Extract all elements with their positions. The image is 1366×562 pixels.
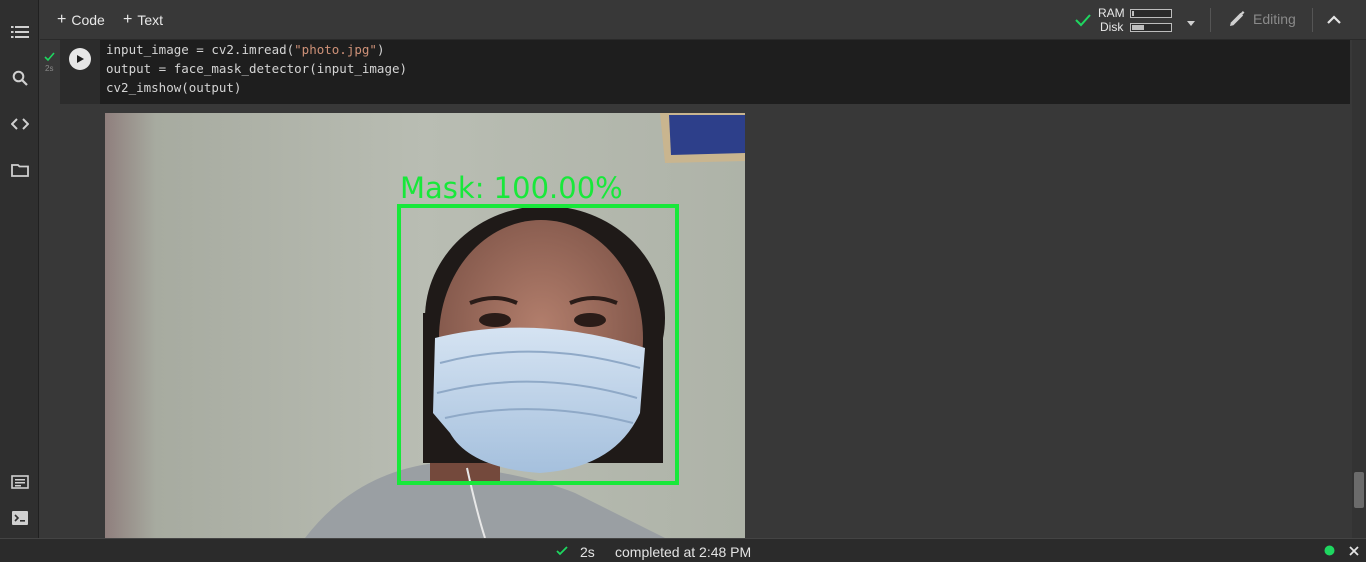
- ram-label: RAM: [1098, 6, 1125, 20]
- toolbar-divider: [1210, 8, 1211, 32]
- disk-usage-fill: [1132, 25, 1144, 30]
- disk-usage-bar: [1130, 23, 1172, 32]
- status-dot-icon: [1324, 545, 1335, 556]
- code-token: ): [376, 42, 385, 57]
- close-icon[interactable]: [1348, 545, 1360, 557]
- scrollbar-track[interactable]: [1352, 40, 1366, 538]
- ram-usage-bar: [1130, 9, 1172, 18]
- add-text-label: Text: [137, 12, 164, 28]
- check-icon: [556, 546, 568, 556]
- status-duration: 2s: [580, 544, 595, 560]
- plus-icon: +: [123, 11, 133, 28]
- code-line-2: output = face_mask_detector(input_image): [106, 61, 408, 76]
- toolbar-divider: [1312, 8, 1313, 32]
- webcam-photo: Mask: 100.00%: [105, 113, 745, 538]
- execution-time: 2s: [45, 64, 54, 73]
- command-palette-icon[interactable]: [8, 470, 32, 494]
- resources-indicator[interactable]: RAM Disk: [1074, 5, 1198, 35]
- status-completed: completed at 2:48 PM: [615, 544, 752, 560]
- play-icon: [77, 55, 84, 63]
- editing-label: Editing: [1253, 11, 1296, 27]
- top-toolbar: + Code + Text RAM Disk Editing: [40, 0, 1366, 40]
- detection-label: Mask: 100.00%: [400, 171, 623, 205]
- scrollbar-thumb[interactable]: [1354, 472, 1364, 508]
- table-of-contents-icon[interactable]: [8, 20, 32, 44]
- editing-button[interactable]: Editing: [1228, 10, 1296, 28]
- add-text-button[interactable]: + Text: [123, 11, 163, 29]
- check-icon: [1075, 14, 1091, 27]
- disk-label: Disk: [1100, 20, 1124, 34]
- code-editor[interactable]: input_image = cv2.imread("photo.jpg") ou…: [106, 40, 407, 97]
- code-token: input_image = cv2.imread(: [106, 42, 295, 57]
- code-string: "photo.jpg": [294, 42, 377, 57]
- code-line-3: cv2_imshow(output): [106, 80, 242, 95]
- code-line-1: input_image = cv2.imread("photo.jpg"): [106, 42, 384, 57]
- status-bar: 2s completed at 2:48 PM: [0, 538, 1366, 562]
- code-snippets-icon[interactable]: [8, 112, 32, 136]
- plus-icon: +: [57, 11, 67, 28]
- run-cell-button[interactable]: [69, 48, 91, 70]
- code-cell[interactable]: input_image = cv2.imread("photo.jpg") ou…: [60, 40, 1350, 104]
- pencil-icon: [1230, 11, 1245, 26]
- folder-icon[interactable]: [8, 158, 32, 182]
- dropdown-icon[interactable]: [1185, 15, 1197, 26]
- add-code-label: Code: [71, 12, 105, 28]
- terminal-icon[interactable]: [8, 506, 32, 530]
- cell-gutter: [60, 40, 100, 104]
- left-sidebar: [0, 0, 39, 562]
- chevron-up-icon[interactable]: [1326, 13, 1342, 27]
- ram-usage-fill: [1132, 11, 1134, 16]
- search-icon[interactable]: [8, 66, 32, 90]
- cell-output-image: Mask: 100.00%: [105, 113, 745, 538]
- add-code-button[interactable]: + Code: [57, 11, 105, 29]
- execution-check-icon: [44, 52, 55, 62]
- colab-notebook: + Code + Text RAM Disk Editing 2s input_…: [0, 0, 1366, 562]
